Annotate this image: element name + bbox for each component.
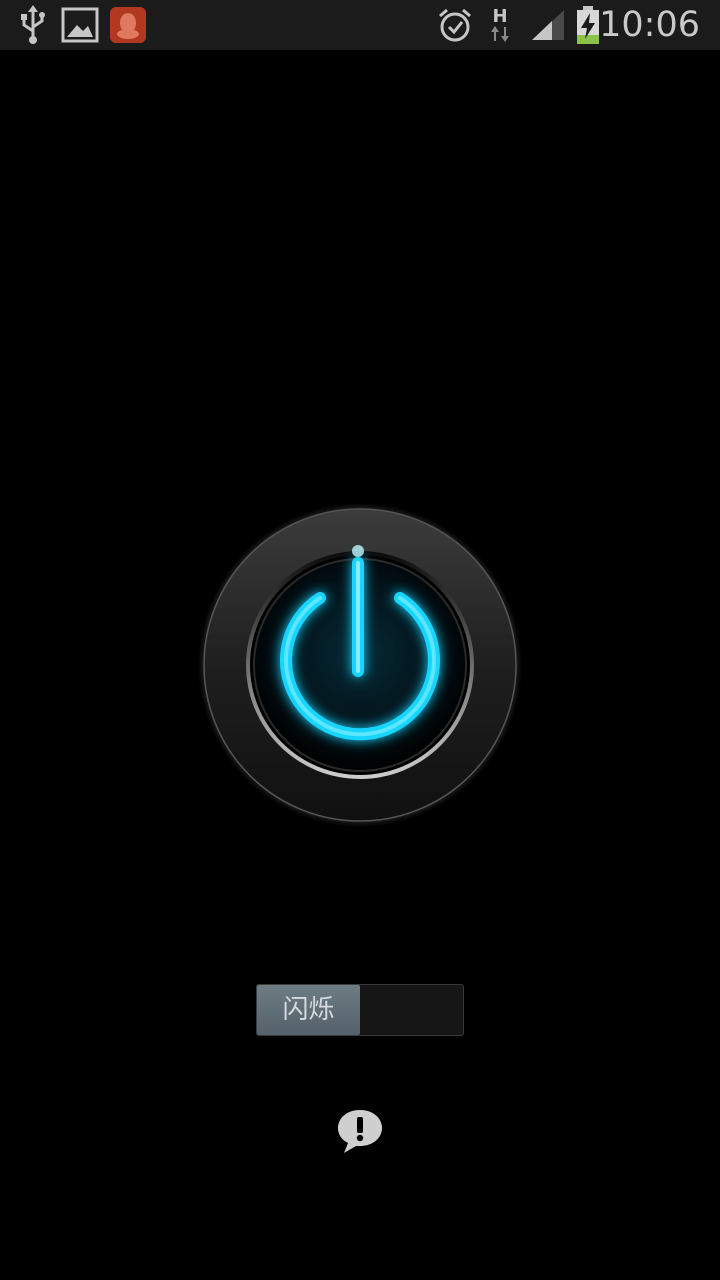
battery-charging-icon (574, 0, 602, 50)
blink-toggle[interactable]: 闪烁 (256, 984, 464, 1036)
network-type-label: H (492, 6, 508, 27)
feedback-exclamation-icon[interactable] (334, 1106, 386, 1158)
network-h-icon: H (486, 0, 514, 50)
status-time: 10:06 (599, 5, 700, 45)
qq-icon (108, 0, 148, 50)
alarm-icon (436, 0, 474, 50)
usb-icon (16, 0, 50, 50)
flashlight-screen: H 10:06 闪烁 (0, 0, 720, 1280)
signal-icon (530, 0, 566, 50)
blink-toggle-label[interactable]: 闪烁 (257, 985, 360, 1035)
status-bar: H 10:06 (0, 0, 720, 50)
power-button[interactable] (198, 503, 522, 827)
gallery-icon (60, 0, 100, 50)
